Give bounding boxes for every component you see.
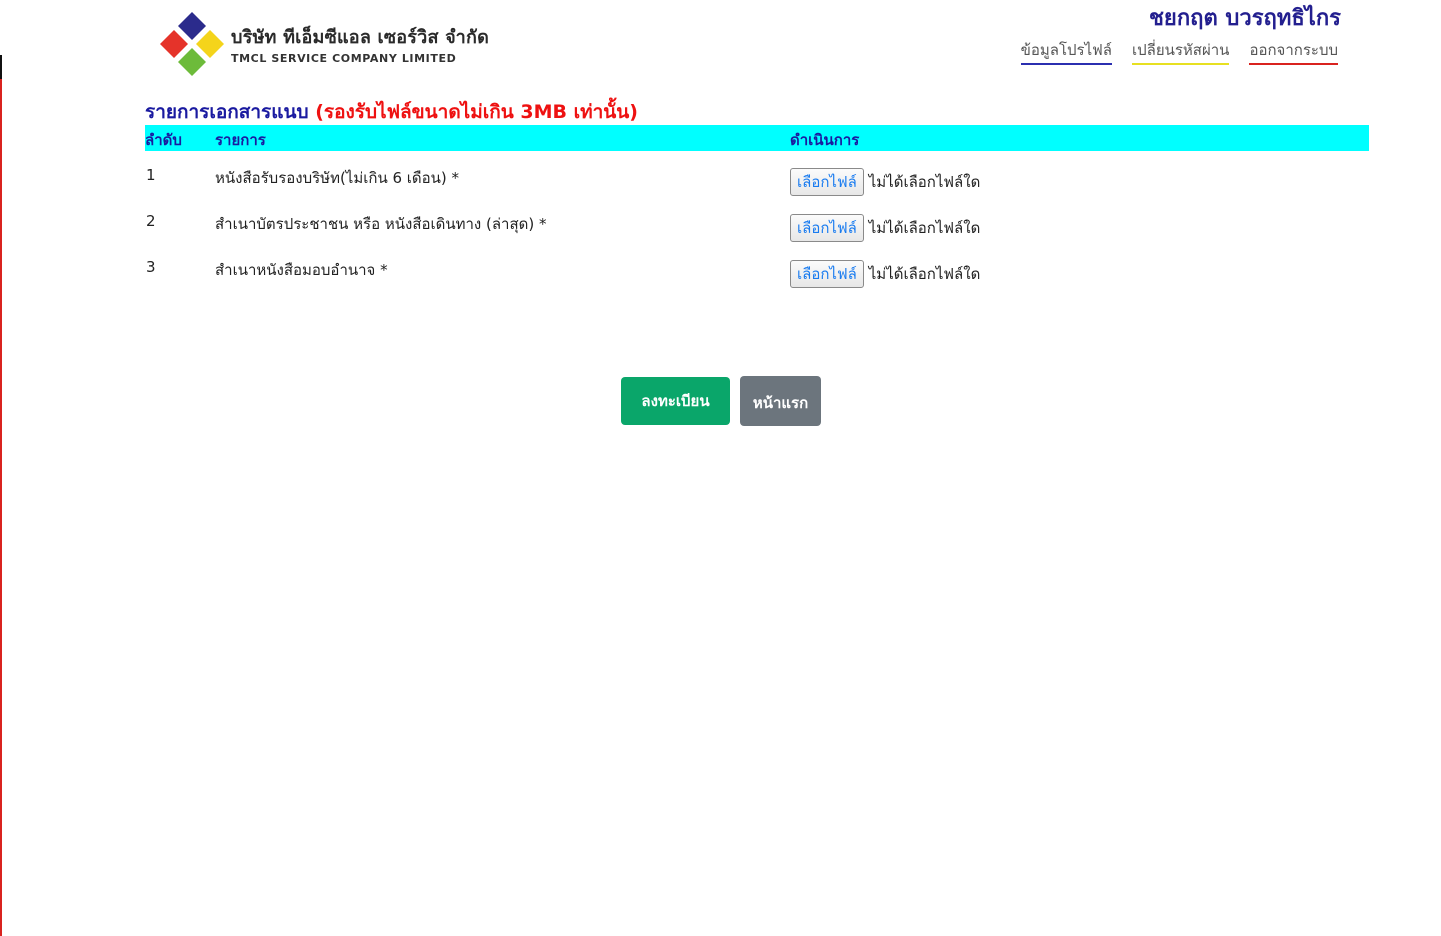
home-button[interactable]: หน้าแรก [740, 376, 821, 426]
profile-link[interactable]: ข้อมูลโปรไฟล์ [1020, 38, 1112, 65]
column-header-no: ลำดับ [145, 131, 182, 149]
column-header-action: ดำเนินการ [790, 131, 860, 149]
file-status: ไม่ได้เลือกไฟล์ใด [868, 265, 981, 283]
row-number: 2 [146, 212, 156, 230]
company-name-th: บริษัท ทีเอ็มซีแอล เซอร์วิส จำกัด [231, 27, 489, 48]
company-name-en: TMCL SERVICE COMPANY LIMITED [231, 52, 457, 65]
change-password-link[interactable]: เปลี่ยนรหัสผ่าน [1131, 38, 1230, 65]
attachments-table: ลำดับ รายการ ดำเนินการ 1 หนังสือรับรองบร… [145, 125, 1369, 289]
left-edge-rule-black [0, 55, 2, 79]
table-row: 3 สำเนาหนังสือมอบอำนาจ * เลือกไฟล์ ไม่ได… [145, 243, 1369, 289]
attachments-title-text: รายการเอกสารแนบ [145, 101, 309, 123]
document-name: หนังสือรับรองบริษัท(ไม่เกิน 6 เดือน) * [215, 169, 460, 187]
logout-link[interactable]: ออกจากระบบ [1249, 38, 1338, 65]
register-button[interactable]: ลงทะเบียน [621, 377, 730, 425]
left-edge-rule-red [0, 79, 2, 936]
document-name: สำเนาบัตรประชาชน หรือ หนังสือเดินทาง (ล่… [215, 215, 547, 233]
attachments-size-note: (รองรับไฟล์ขนาดไม่เกิน 3MB เท่านั้น) [315, 101, 638, 123]
table-row: 2 สำเนาบัตรประชาชน หรือ หนังสือเดินทาง (… [145, 197, 1369, 243]
account-links: ข้อมูลโปรไฟล์ เปลี่ยนรหัสผ่าน ออกจากระบบ [1020, 38, 1338, 65]
table-header: ลำดับ รายการ ดำเนินการ [145, 125, 1369, 151]
choose-file-button[interactable]: เลือกไฟล์ [790, 168, 864, 196]
row-number: 1 [146, 166, 156, 184]
company-logo[interactable]: บริษัท ทีเอ็มซีแอล เซอร์วิส จำกัด TMCL S… [160, 12, 489, 78]
choose-file-button[interactable]: เลือกไฟล์ [790, 260, 864, 288]
file-input[interactable]: เลือกไฟล์ ไม่ได้เลือกไฟล์ใด [790, 214, 980, 242]
document-name: สำเนาหนังสือมอบอำนาจ * [215, 261, 388, 279]
file-status: ไม่ได้เลือกไฟล์ใด [868, 219, 981, 237]
company-logo-icon [160, 12, 224, 76]
file-input[interactable]: เลือกไฟล์ ไม่ได้เลือกไฟล์ใด [790, 260, 980, 288]
file-input[interactable]: เลือกไฟล์ ไม่ได้เลือกไฟล์ใด [790, 168, 980, 196]
attachments-title: รายการเอกสารแนบ (รองรับไฟล์ขนาดไม่เกิน 3… [145, 97, 638, 127]
choose-file-button[interactable]: เลือกไฟล์ [790, 214, 864, 242]
row-number: 3 [146, 258, 156, 276]
table-row: 1 หนังสือรับรองบริษัท(ไม่เกิน 6 เดือน) *… [145, 151, 1369, 197]
column-header-item: รายการ [215, 131, 266, 149]
file-status: ไม่ได้เลือกไฟล์ใด [868, 173, 981, 191]
user-name: ชยกฤต บวรฤทธิไกร [1149, 6, 1341, 31]
